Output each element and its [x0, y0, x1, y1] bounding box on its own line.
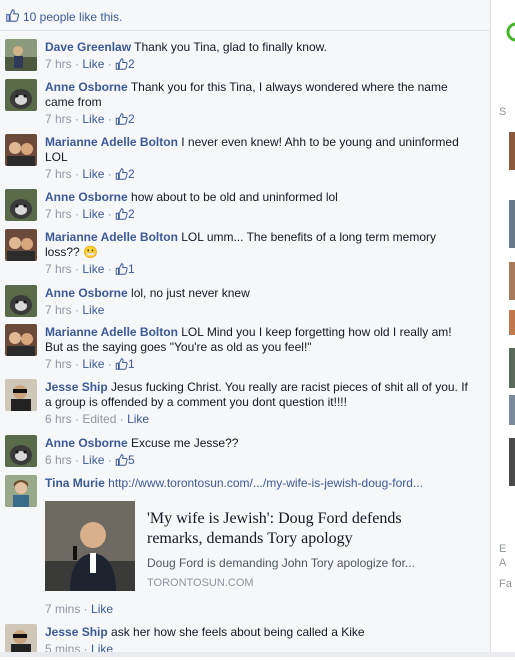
shared-link[interactable]: http://www.torontosun.com/.../my-wife-is…	[108, 476, 423, 490]
thumbs-up-icon	[115, 358, 128, 374]
comment-text: Jesus fucking Christ. You really are rac…	[45, 380, 468, 409]
like-count[interactable]: 5	[128, 453, 135, 467]
like-button[interactable]: Like	[82, 453, 104, 467]
comment-meta: 6 hrs · Edited · Like	[45, 412, 150, 426]
sidebar-letter: A	[499, 557, 507, 569]
like-button[interactable]: Like	[82, 57, 104, 71]
avatar[interactable]	[5, 229, 37, 261]
comment-text: how about to be old and uninformed lol	[131, 190, 338, 204]
comment-author[interactable]: Dave Greenlaw	[45, 40, 131, 54]
comment-author[interactable]: Tina Murie	[45, 476, 105, 490]
likes-summary-text: 10 people like this.	[23, 10, 123, 24]
thumbs-up-icon	[115, 263, 128, 279]
like-button[interactable]: Like	[82, 357, 104, 371]
thumbs-up-icon	[6, 9, 20, 25]
thumbs-up-icon	[115, 58, 128, 74]
like-count[interactable]: 2	[128, 112, 135, 126]
comment-time[interactable]: 7 hrs	[45, 57, 72, 71]
comment-time[interactable]: 7 hrs	[45, 262, 72, 276]
like-button[interactable]: Like	[91, 602, 113, 616]
comment-time[interactable]: 7 hrs	[45, 112, 72, 126]
comment-author[interactable]: Anne Osborne	[45, 80, 128, 94]
like-button[interactable]: Like	[82, 112, 104, 126]
likes-summary[interactable]: 10 people like this.	[6, 9, 122, 25]
comment-author[interactable]: Jesse Ship	[45, 625, 108, 639]
comment-author[interactable]: Jesse Ship	[45, 380, 108, 394]
like-button[interactable]: Like	[82, 262, 104, 276]
comment-text: Thank you Tina, glad to finally know.	[134, 40, 327, 54]
comment-author[interactable]: Marianne Adelle Bolton	[45, 135, 178, 149]
comment-author[interactable]: Anne Osborne	[45, 436, 128, 450]
comment-meta: 7 mins · Like	[45, 602, 114, 616]
thumbs-up-icon	[115, 454, 128, 470]
thumbs-up-icon	[115, 168, 128, 184]
comment-meta: 7 hrs · Like · 1	[45, 262, 470, 279]
avatar[interactable]	[5, 39, 37, 71]
comment-meta: 7 hrs · Like · 2	[45, 112, 470, 129]
comment-time[interactable]: 7 hrs	[45, 167, 72, 181]
thumbs-up-icon	[115, 113, 128, 129]
thumbs-up-icon	[115, 208, 128, 224]
comment-time[interactable]: 7 hrs	[45, 207, 72, 221]
comment-text: Excuse me Jesse??	[131, 436, 239, 450]
avatar[interactable]	[5, 475, 37, 507]
link-preview-title[interactable]: 'My wife is Jewish': Doug Ford defends r…	[147, 509, 437, 549]
comment-author[interactable]: Marianne Adelle Bolton	[45, 230, 178, 244]
comment-author[interactable]: Anne Osborne	[45, 286, 128, 300]
bottom-bar	[0, 652, 515, 657]
avatar[interactable]	[5, 435, 37, 467]
like-count[interactable]: 1	[128, 357, 135, 371]
comment-meta: 7 hrs · Like · 1	[45, 357, 470, 374]
comments-panel: 10 people like this. Dave Greenlaw Thank…	[0, 0, 490, 657]
comment-meta: 6 hrs · Like · 5	[45, 453, 470, 470]
avatar[interactable]	[5, 79, 37, 111]
link-preview-image[interactable]	[45, 501, 135, 591]
like-button[interactable]: Like	[82, 207, 104, 221]
comment-time[interactable]: 7 hrs	[45, 357, 72, 371]
comment-time[interactable]: 7 hrs	[45, 303, 72, 317]
like-count[interactable]: 1	[128, 262, 135, 276]
sidebar-letter: S	[499, 106, 507, 118]
like-count[interactable]: 2	[128, 207, 135, 221]
avatar[interactable]	[5, 285, 37, 317]
avatar[interactable]	[5, 189, 37, 221]
sidebar-letter: Fa	[499, 578, 512, 590]
avatar[interactable]	[5, 379, 37, 411]
sidebar-letter: E	[499, 543, 507, 555]
comment-meta: 7 hrs · Like	[45, 303, 105, 317]
like-count[interactable]: 2	[128, 57, 135, 71]
comment-time[interactable]: 6 hrs	[45, 412, 72, 426]
comment-text: lol, no just never knew	[131, 286, 250, 300]
like-button[interactable]: Like	[127, 412, 149, 426]
link-preview-description: Doug Ford is demanding John Tory apologi…	[147, 556, 415, 570]
like-count[interactable]: 2	[128, 167, 135, 181]
avatar[interactable]	[5, 134, 37, 166]
comment-time[interactable]: 7 mins	[45, 602, 80, 616]
link-preview-domain: TORONTOSUN.COM	[147, 577, 254, 589]
link-preview-card[interactable]: 'My wife is Jewish': Doug Ford defends r…	[45, 501, 425, 591]
comment-time[interactable]: 6 hrs	[45, 453, 72, 467]
comment-text: ask her how she feels about being called…	[111, 625, 365, 639]
avatar[interactable]	[5, 324, 37, 356]
like-button[interactable]: Like	[82, 167, 104, 181]
comment-author[interactable]: Marianne Adelle Bolton	[45, 325, 178, 339]
right-sidebar: S E A Fa	[490, 0, 515, 657]
edited-label[interactable]: Edited	[82, 412, 116, 426]
comment-meta: 7 hrs · Like · 2	[45, 167, 470, 184]
grimace-emoji-icon: 😬	[83, 245, 98, 259]
comment-meta: 7 hrs · Like · 2	[45, 207, 470, 224]
comment-author[interactable]: Anne Osborne	[45, 190, 128, 204]
like-button[interactable]: Like	[82, 303, 104, 317]
divider	[0, 30, 490, 31]
comment-meta: 7 hrs · Like · 2	[45, 57, 470, 74]
